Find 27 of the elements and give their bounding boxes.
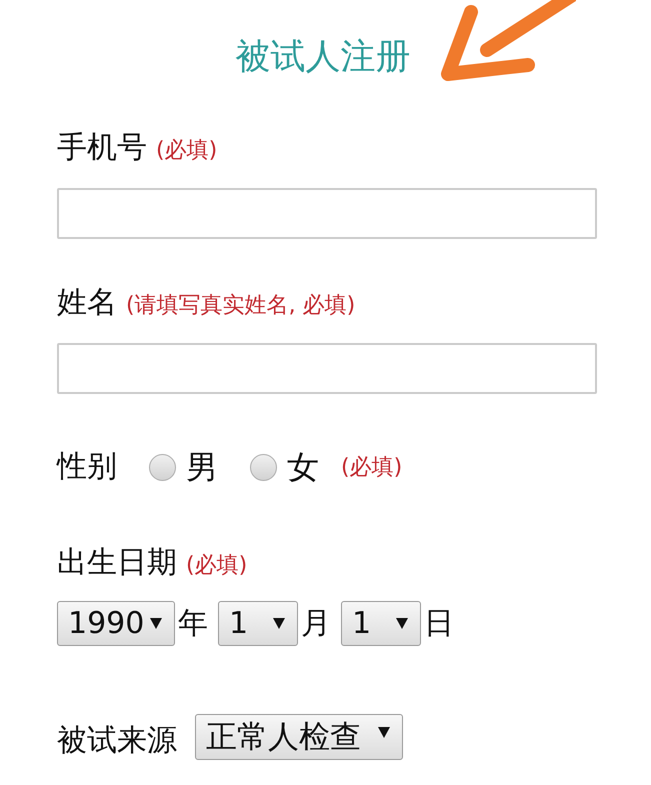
radio-button[interactable]	[149, 454, 176, 480]
caret-icon	[150, 618, 162, 629]
radio-label[interactable]: 男	[186, 449, 218, 485]
date-unit-label: 日	[424, 605, 454, 643]
dropdown-select[interactable]: 1	[341, 601, 421, 646]
field-label: 姓名	[57, 285, 117, 321]
dropdown-select[interactable]: 1990	[57, 601, 175, 646]
field-label: 被试来源	[57, 723, 177, 759]
field-label: 性别	[57, 449, 117, 485]
radio-button[interactable]	[250, 454, 277, 480]
date-unit-label: 月	[301, 605, 331, 643]
dropdown-select[interactable]: 1	[218, 601, 298, 646]
caret-icon	[378, 727, 390, 738]
page-title: 被试人注册	[236, 36, 410, 76]
text-input-field[interactable]	[57, 188, 597, 239]
date-unit-label: 年	[178, 605, 208, 643]
caret-icon	[273, 618, 285, 629]
required-note: (必填)	[156, 137, 218, 165]
required-note: (请填写真实姓名, 必填)	[126, 292, 356, 320]
field-label: 出生日期	[57, 545, 177, 581]
caret-icon	[396, 618, 408, 629]
field-label: 手机号	[57, 130, 147, 166]
required-note: (必填)	[341, 454, 402, 482]
radio-label[interactable]: 女	[287, 449, 319, 485]
dropdown-select[interactable]: 正常人检查	[195, 714, 403, 760]
text-input-field[interactable]	[57, 343, 597, 394]
required-note: (必填)	[186, 552, 248, 580]
